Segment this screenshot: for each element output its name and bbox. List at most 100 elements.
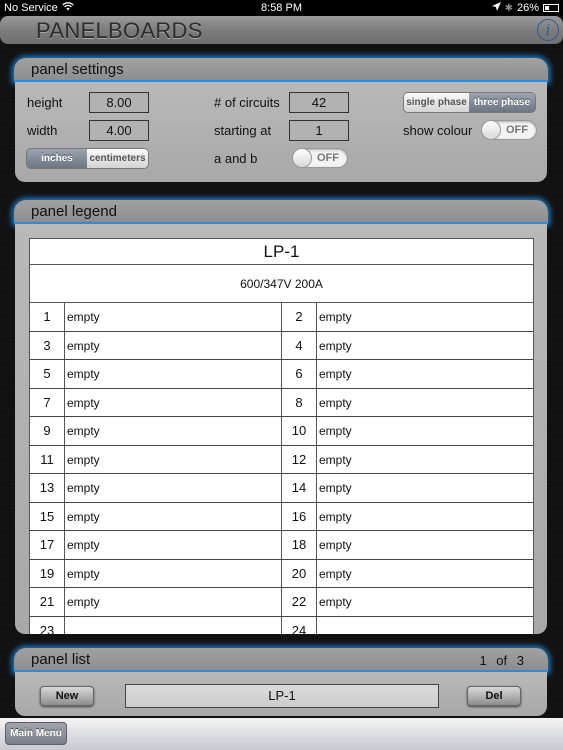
circuit-description[interactable]: empty	[317, 417, 533, 445]
starting-at-label: starting at	[214, 123, 272, 138]
clock: 8:58 PM	[261, 2, 302, 14]
circuit-number: 15	[30, 502, 65, 530]
circuit-description[interactable]: empty	[65, 445, 282, 473]
info-icon: i	[545, 21, 551, 39]
units-inches-option[interactable]: inches	[27, 149, 88, 168]
circuit-description[interactable]: empty	[317, 474, 533, 502]
circuit-row: 15 empty 16 empty	[30, 502, 533, 531]
circuit-description[interactable]: empty	[65, 559, 282, 587]
info-button[interactable]: i	[537, 19, 559, 41]
phase-three-option[interactable]: three phase	[469, 93, 535, 112]
units-centimeters-option[interactable]: centimeters	[87, 149, 148, 168]
panel-settings-section: panel settings height 8.00 width 4.00 in…	[14, 58, 548, 182]
circuit-row: 7 empty 8 empty	[30, 388, 533, 417]
circuit-description[interactable]: empty	[65, 331, 282, 359]
battery-icon	[543, 4, 559, 12]
a-and-b-toggle[interactable]: OFF	[292, 148, 348, 168]
circuit-row: 13 empty 14 empty	[30, 474, 533, 503]
panel-settings-body: height 8.00 width 4.00 inches centimeter…	[15, 82, 547, 182]
circuit-description[interactable]: empty	[65, 531, 282, 559]
circuit-description[interactable]: empty	[317, 446, 533, 474]
circuit-number: 21	[30, 588, 65, 616]
circuit-description[interactable]: empty	[65, 303, 282, 331]
circuit-description[interactable]	[317, 617, 533, 635]
panel-list-section: panel list 1 of 3 New LP-1 Del	[14, 648, 548, 716]
toggle-state: OFF	[506, 124, 528, 136]
circuit-number: 12	[282, 445, 317, 473]
circuit-description[interactable]: empty	[65, 417, 282, 445]
circuit-number: 11	[30, 445, 65, 473]
pager-of: of	[496, 653, 508, 668]
circuit-number: 17	[30, 531, 65, 559]
legend-sheet[interactable]: LP-1 600/347V 200A 1 empty 2 empty 3 empty 4 em…	[29, 238, 534, 634]
circuit-row: 3 empty 4 empty	[30, 331, 533, 360]
pager: 1 of 3	[479, 653, 524, 668]
circuit-number: 2	[282, 303, 317, 331]
section-title: panel list	[31, 651, 91, 668]
main-menu-button[interactable]: Main Menu	[5, 722, 67, 745]
circuit-number: 20	[282, 559, 317, 587]
circuits-field[interactable]: 42	[289, 92, 349, 113]
phase-single-option[interactable]: single phase	[404, 93, 469, 112]
circuit-description[interactable]: empty	[317, 531, 533, 559]
circuit-number: 5	[30, 360, 65, 388]
circuit-description[interactable]: empty	[65, 588, 282, 616]
circuit-number: 22	[282, 588, 317, 616]
circuit-description[interactable]: empty	[317, 389, 533, 417]
circuit-number: 23	[30, 616, 65, 634]
circuit-number: 13	[30, 474, 65, 502]
phase-segmented-control: single phase three phase	[403, 92, 536, 113]
circuit-description[interactable]: empty	[65, 360, 282, 388]
circuit-number: 24	[282, 616, 317, 634]
circuit-description[interactable]: empty	[65, 388, 282, 416]
circuit-description[interactable]: empty	[317, 360, 533, 388]
circuit-description[interactable]: empty	[317, 560, 533, 588]
a-and-b-label: a and b	[214, 151, 258, 166]
circuit-row: 9 empty 10 empty	[30, 417, 533, 446]
toggle-knob	[292, 148, 312, 168]
circuit-number: 14	[282, 474, 317, 502]
pager-total: 3	[516, 653, 524, 668]
circuit-row: 23 24	[30, 616, 533, 635]
show-colour-toggle[interactable]: OFF	[481, 120, 537, 140]
starting-at-field[interactable]: 1	[289, 120, 349, 141]
legend-panel-name: LP-1	[30, 239, 533, 265]
pager-current: 1	[479, 653, 487, 668]
section-title: panel legend	[31, 203, 117, 220]
selected-panel-field[interactable]: LP-1	[125, 684, 439, 708]
new-panel-button[interactable]: New	[40, 686, 94, 706]
circuit-description[interactable]: empty	[317, 303, 533, 331]
toggle-knob	[481, 120, 501, 140]
show-colour-label: show colour	[403, 123, 473, 138]
circuit-description[interactable]: empty	[65, 502, 282, 530]
circuits-label: # of circuits	[214, 95, 280, 110]
circuit-row: 11 empty 12 empty	[30, 445, 533, 474]
delete-panel-button[interactable]: Del	[467, 686, 521, 706]
circuit-description[interactable]: empty	[317, 588, 533, 616]
panel-legend-section: panel legend LP-1 600/347V 200A 1 empty 2 e…	[14, 200, 548, 634]
circuit-number: 10	[282, 417, 317, 445]
circuit-description[interactable]: empty	[317, 503, 533, 531]
circuit-row: 21 empty 22 empty	[30, 588, 533, 617]
panel-list-body: New LP-1 Del	[15, 672, 547, 716]
app-title: PANELBOARDS	[36, 18, 203, 43]
circuit-description[interactable]	[65, 616, 282, 634]
width-label: width	[27, 123, 58, 138]
section-title: panel settings	[31, 61, 124, 78]
panel-legend-header: panel legend	[14, 200, 548, 224]
height-field[interactable]: 8.00	[89, 92, 149, 113]
circuit-row: 1 empty 2 empty	[30, 303, 533, 332]
panel-settings-header: panel settings	[14, 58, 548, 82]
circuit-number: 7	[30, 388, 65, 416]
circuit-row: 5 empty 6 empty	[30, 360, 533, 389]
circuit-number: 6	[282, 360, 317, 388]
circuit-description[interactable]: empty	[65, 474, 282, 502]
circuit-row: 19 empty 20 empty	[30, 559, 533, 588]
circuit-description[interactable]: empty	[317, 332, 533, 360]
circuit-number: 3	[30, 331, 65, 359]
width-field[interactable]: 4.00	[89, 120, 149, 141]
title-bar: PANELBOARDS i	[0, 16, 563, 44]
circuit-number: 16	[282, 502, 317, 530]
legend-panel-rating: 600/347V 200A	[30, 265, 533, 303]
panel-list-header: panel list 1 of 3	[14, 648, 548, 672]
